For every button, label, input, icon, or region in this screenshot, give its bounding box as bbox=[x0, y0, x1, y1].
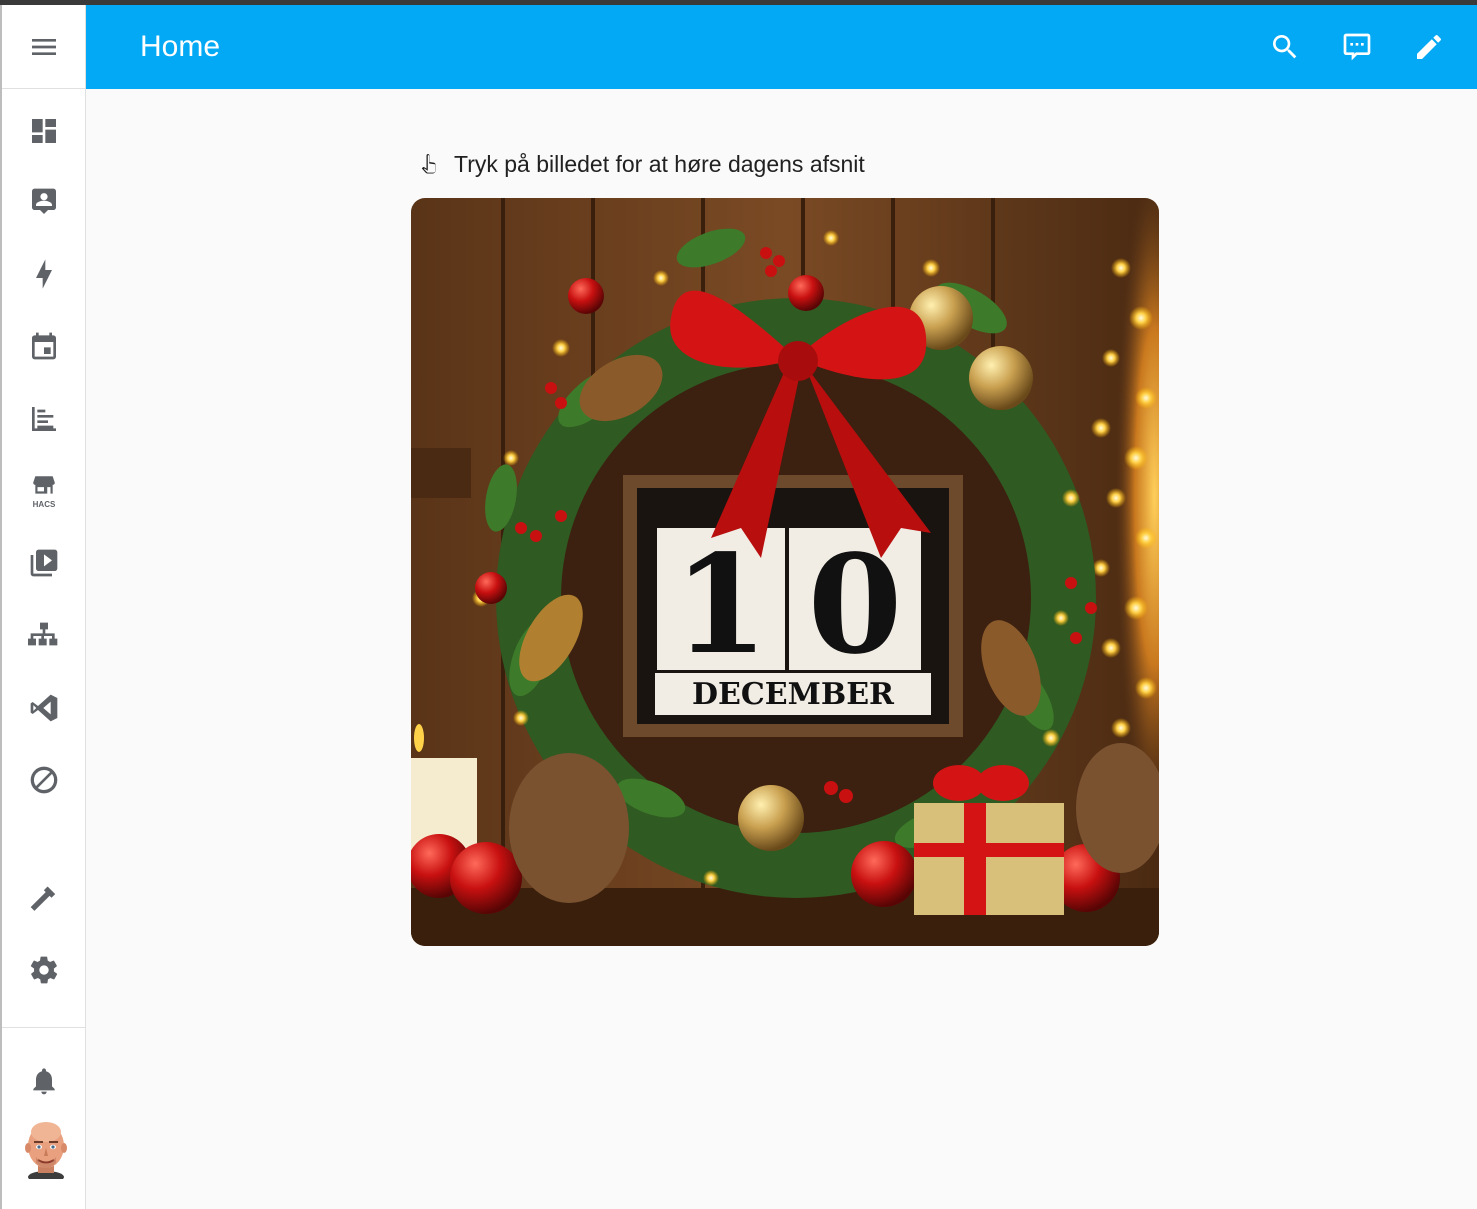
hammer-icon bbox=[30, 886, 56, 911]
vscode-icon bbox=[30, 694, 58, 722]
svg-text:1: 1 bbox=[674, 525, 769, 685]
chat-icon bbox=[1343, 33, 1371, 61]
bell-icon bbox=[33, 1068, 55, 1095]
edit-button[interactable] bbox=[1407, 25, 1451, 69]
card-title: Tryk på billedet for at høre dagens afsn… bbox=[418, 148, 865, 180]
search-icon bbox=[1273, 35, 1297, 59]
sidebar-item-vscode[interactable] bbox=[2, 680, 86, 736]
account-box-icon bbox=[32, 188, 56, 214]
logbook-icon bbox=[32, 407, 56, 431]
sidebar-item-calendar[interactable] bbox=[2, 318, 86, 374]
store-icon bbox=[33, 476, 55, 494]
svg-text:DECEMBER: DECEMBER bbox=[692, 677, 895, 712]
calendar-icon bbox=[32, 332, 56, 360]
sidebar-item-overview[interactable] bbox=[2, 103, 86, 159]
page-title: Home bbox=[140, 30, 221, 63]
sidebar-item-logbook[interactable] bbox=[2, 391, 86, 447]
advent-image-art: 1 0 DECEMBER bbox=[411, 198, 1159, 946]
sidebar-item-network[interactable] bbox=[2, 608, 86, 664]
advent-image[interactable]: 1 0 DECEMBER bbox=[411, 198, 1159, 946]
card-title-text: Tryk på billedet for at høre dagens afsn… bbox=[454, 151, 865, 177]
sidebar-item-settings[interactable] bbox=[2, 942, 86, 998]
hand-pointer-icon bbox=[421, 154, 436, 174]
media-icon bbox=[30, 549, 58, 577]
zwave-icon bbox=[30, 766, 58, 794]
search-button[interactable] bbox=[1263, 25, 1307, 69]
avatar[interactable] bbox=[23, 1119, 69, 1179]
dashboard-icon bbox=[32, 119, 56, 143]
sitemap-icon bbox=[28, 622, 58, 646]
sidebar: HACS bbox=[0, 5, 86, 1209]
sidebar-item-notifications[interactable] bbox=[2, 1053, 86, 1109]
sidebar-item-zwave[interactable] bbox=[2, 752, 86, 808]
sidebar-item-map[interactable] bbox=[2, 174, 86, 230]
sidebar-divider bbox=[2, 1027, 86, 1028]
sidebar-item-developer-tools[interactable] bbox=[2, 869, 86, 925]
gear-icon bbox=[30, 956, 58, 984]
pencil-icon bbox=[1417, 35, 1441, 59]
sidebar-item-energy[interactable] bbox=[2, 246, 86, 302]
lightning-icon bbox=[36, 259, 52, 289]
app-header: Home bbox=[86, 5, 1477, 89]
assist-button[interactable] bbox=[1335, 25, 1379, 69]
menu-icon bbox=[32, 38, 56, 55]
menu-button[interactable] bbox=[2, 5, 86, 89]
sidebar-item-hacs[interactable]: HACS bbox=[2, 463, 86, 519]
svg-text:0: 0 bbox=[808, 525, 903, 685]
sidebar-item-media[interactable] bbox=[2, 535, 86, 591]
hacs-label: HACS bbox=[32, 500, 56, 509]
